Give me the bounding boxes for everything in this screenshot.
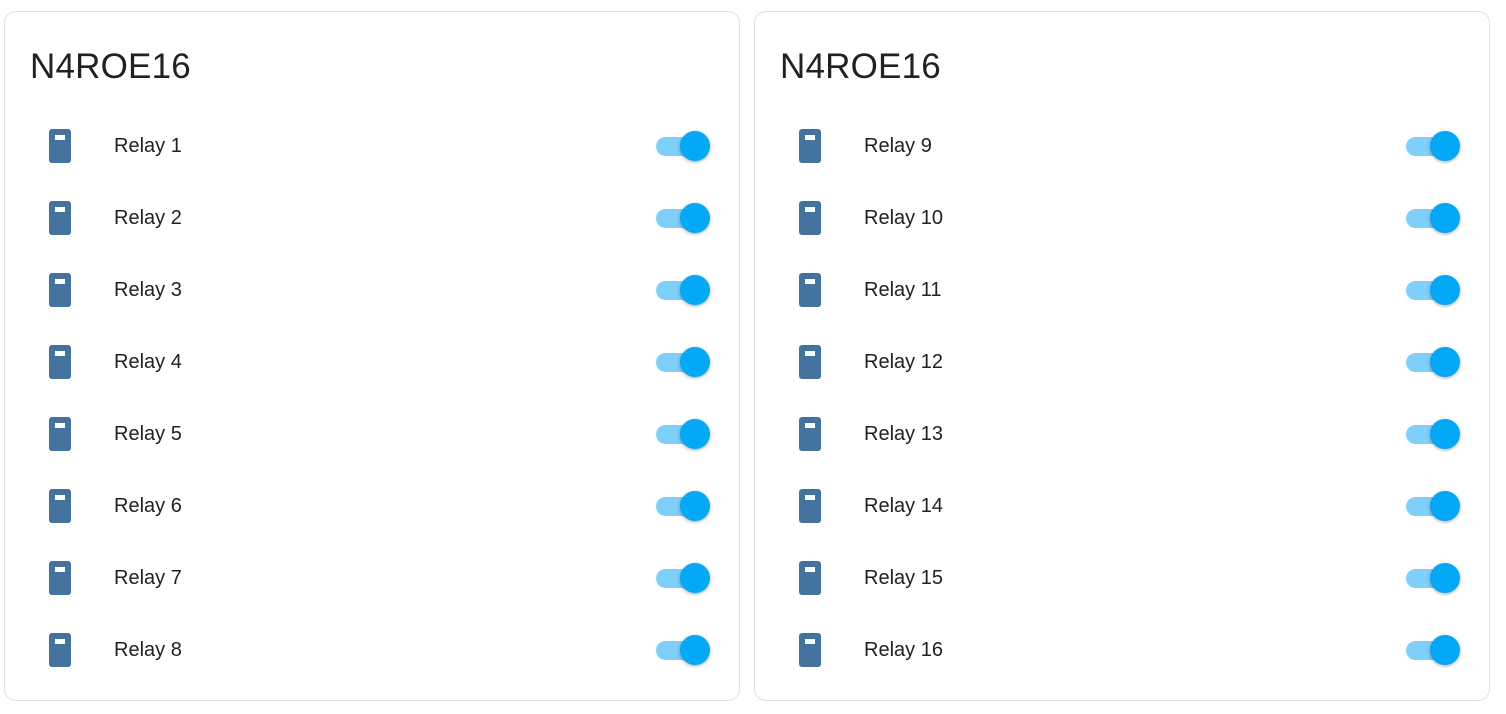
relay-icon[interactable] [799, 417, 821, 451]
relay-toggle[interactable] [1406, 200, 1466, 236]
entity-label[interactable]: Relay 8 [114, 614, 182, 686]
relay-icon[interactable] [799, 489, 821, 523]
entities-card: N4ROE16 Relay 9 Relay 10 Relay 11 Relay 12 R… [754, 11, 1490, 701]
relay-icon[interactable] [799, 561, 821, 595]
relay-icon[interactable] [799, 201, 821, 235]
entity-label[interactable]: Relay 12 [864, 326, 943, 398]
relay-icon[interactable] [799, 633, 821, 667]
entities-card: N4ROE16 Relay 1 Relay 2 Relay 3 Relay 4 Rela… [4, 11, 740, 701]
relay-icon[interactable] [49, 417, 71, 451]
entity-row[interactable]: Relay 11 [755, 254, 1489, 326]
dashboard: N4ROE16 Relay 1 Relay 2 Relay 3 Relay 4 Rela… [0, 0, 1506, 714]
relay-toggle[interactable] [656, 272, 716, 308]
entity-row[interactable]: Relay 13 [755, 398, 1489, 470]
entity-label[interactable]: Relay 11 [864, 254, 941, 326]
entity-label[interactable]: Relay 1 [114, 110, 182, 182]
relay-toggle[interactable] [656, 416, 716, 452]
relay-toggle[interactable] [1406, 344, 1466, 380]
entity-label[interactable]: Relay 6 [114, 470, 182, 542]
entity-row[interactable]: Relay 15 [755, 542, 1489, 614]
relay-toggle[interactable] [1406, 272, 1466, 308]
entity-label[interactable]: Relay 13 [864, 398, 943, 470]
toggle-thumb [680, 491, 710, 521]
toggle-thumb [680, 131, 710, 161]
relay-toggle[interactable] [656, 560, 716, 596]
card-title: N4ROE16 [780, 47, 941, 86]
entity-row[interactable]: Relay 6 [5, 470, 739, 542]
relay-toggle[interactable] [656, 632, 716, 668]
entity-row[interactable]: Relay 14 [755, 470, 1489, 542]
entity-row[interactable]: Relay 1 [5, 110, 739, 182]
relay-icon[interactable] [49, 561, 71, 595]
toggle-thumb [1430, 419, 1460, 449]
entity-row[interactable]: Relay 12 [755, 326, 1489, 398]
relay-toggle[interactable] [1406, 488, 1466, 524]
toggle-thumb [1430, 635, 1460, 665]
toggle-thumb [1430, 491, 1460, 521]
toggle-thumb [680, 347, 710, 377]
entity-label[interactable]: Relay 15 [864, 542, 943, 614]
relay-icon[interactable] [49, 633, 71, 667]
relay-toggle[interactable] [1406, 128, 1466, 164]
toggle-thumb [680, 419, 710, 449]
entity-label[interactable]: Relay 2 [114, 182, 182, 254]
entity-label[interactable]: Relay 7 [114, 542, 182, 614]
entity-label[interactable]: Relay 5 [114, 398, 182, 470]
entity-label[interactable]: Relay 16 [864, 614, 943, 686]
toggle-thumb [1430, 347, 1460, 377]
entity-label[interactable]: Relay 10 [864, 182, 943, 254]
relay-icon[interactable] [799, 345, 821, 379]
relay-icon[interactable] [799, 129, 821, 163]
entity-label[interactable]: Relay 14 [864, 470, 943, 542]
relay-icon[interactable] [49, 489, 71, 523]
card-title: N4ROE16 [30, 47, 191, 86]
entity-row[interactable]: Relay 5 [5, 398, 739, 470]
relay-icon[interactable] [49, 129, 71, 163]
relay-toggle[interactable] [656, 488, 716, 524]
entity-row[interactable]: Relay 9 [755, 110, 1489, 182]
entity-row[interactable]: Relay 2 [5, 182, 739, 254]
toggle-thumb [1430, 563, 1460, 593]
entity-label[interactable]: Relay 4 [114, 326, 182, 398]
relay-toggle[interactable] [656, 344, 716, 380]
entity-label[interactable]: Relay 3 [114, 254, 182, 326]
relay-icon[interactable] [799, 273, 821, 307]
relay-icon[interactable] [49, 201, 71, 235]
entity-row[interactable]: Relay 3 [5, 254, 739, 326]
toggle-thumb [680, 203, 710, 233]
entity-row[interactable]: Relay 7 [5, 542, 739, 614]
relay-icon[interactable] [49, 273, 71, 307]
relay-icon[interactable] [49, 345, 71, 379]
toggle-thumb [1430, 203, 1460, 233]
toggle-thumb [680, 275, 710, 305]
relay-toggle[interactable] [656, 200, 716, 236]
relay-toggle[interactable] [1406, 632, 1466, 668]
entity-row[interactable]: Relay 16 [755, 614, 1489, 686]
entity-list: Relay 9 Relay 10 Relay 11 Relay 12 Relay 13 R… [755, 110, 1489, 686]
entity-label[interactable]: Relay 9 [864, 110, 932, 182]
relay-toggle[interactable] [656, 128, 716, 164]
entity-row[interactable]: Relay 8 [5, 614, 739, 686]
entity-row[interactable]: Relay 10 [755, 182, 1489, 254]
toggle-thumb [1430, 275, 1460, 305]
entity-list: Relay 1 Relay 2 Relay 3 Relay 4 Relay 5 Relay… [5, 110, 739, 686]
toggle-thumb [680, 635, 710, 665]
toggle-thumb [680, 563, 710, 593]
toggle-thumb [1430, 131, 1460, 161]
relay-toggle[interactable] [1406, 416, 1466, 452]
entity-row[interactable]: Relay 4 [5, 326, 739, 398]
relay-toggle[interactable] [1406, 560, 1466, 596]
